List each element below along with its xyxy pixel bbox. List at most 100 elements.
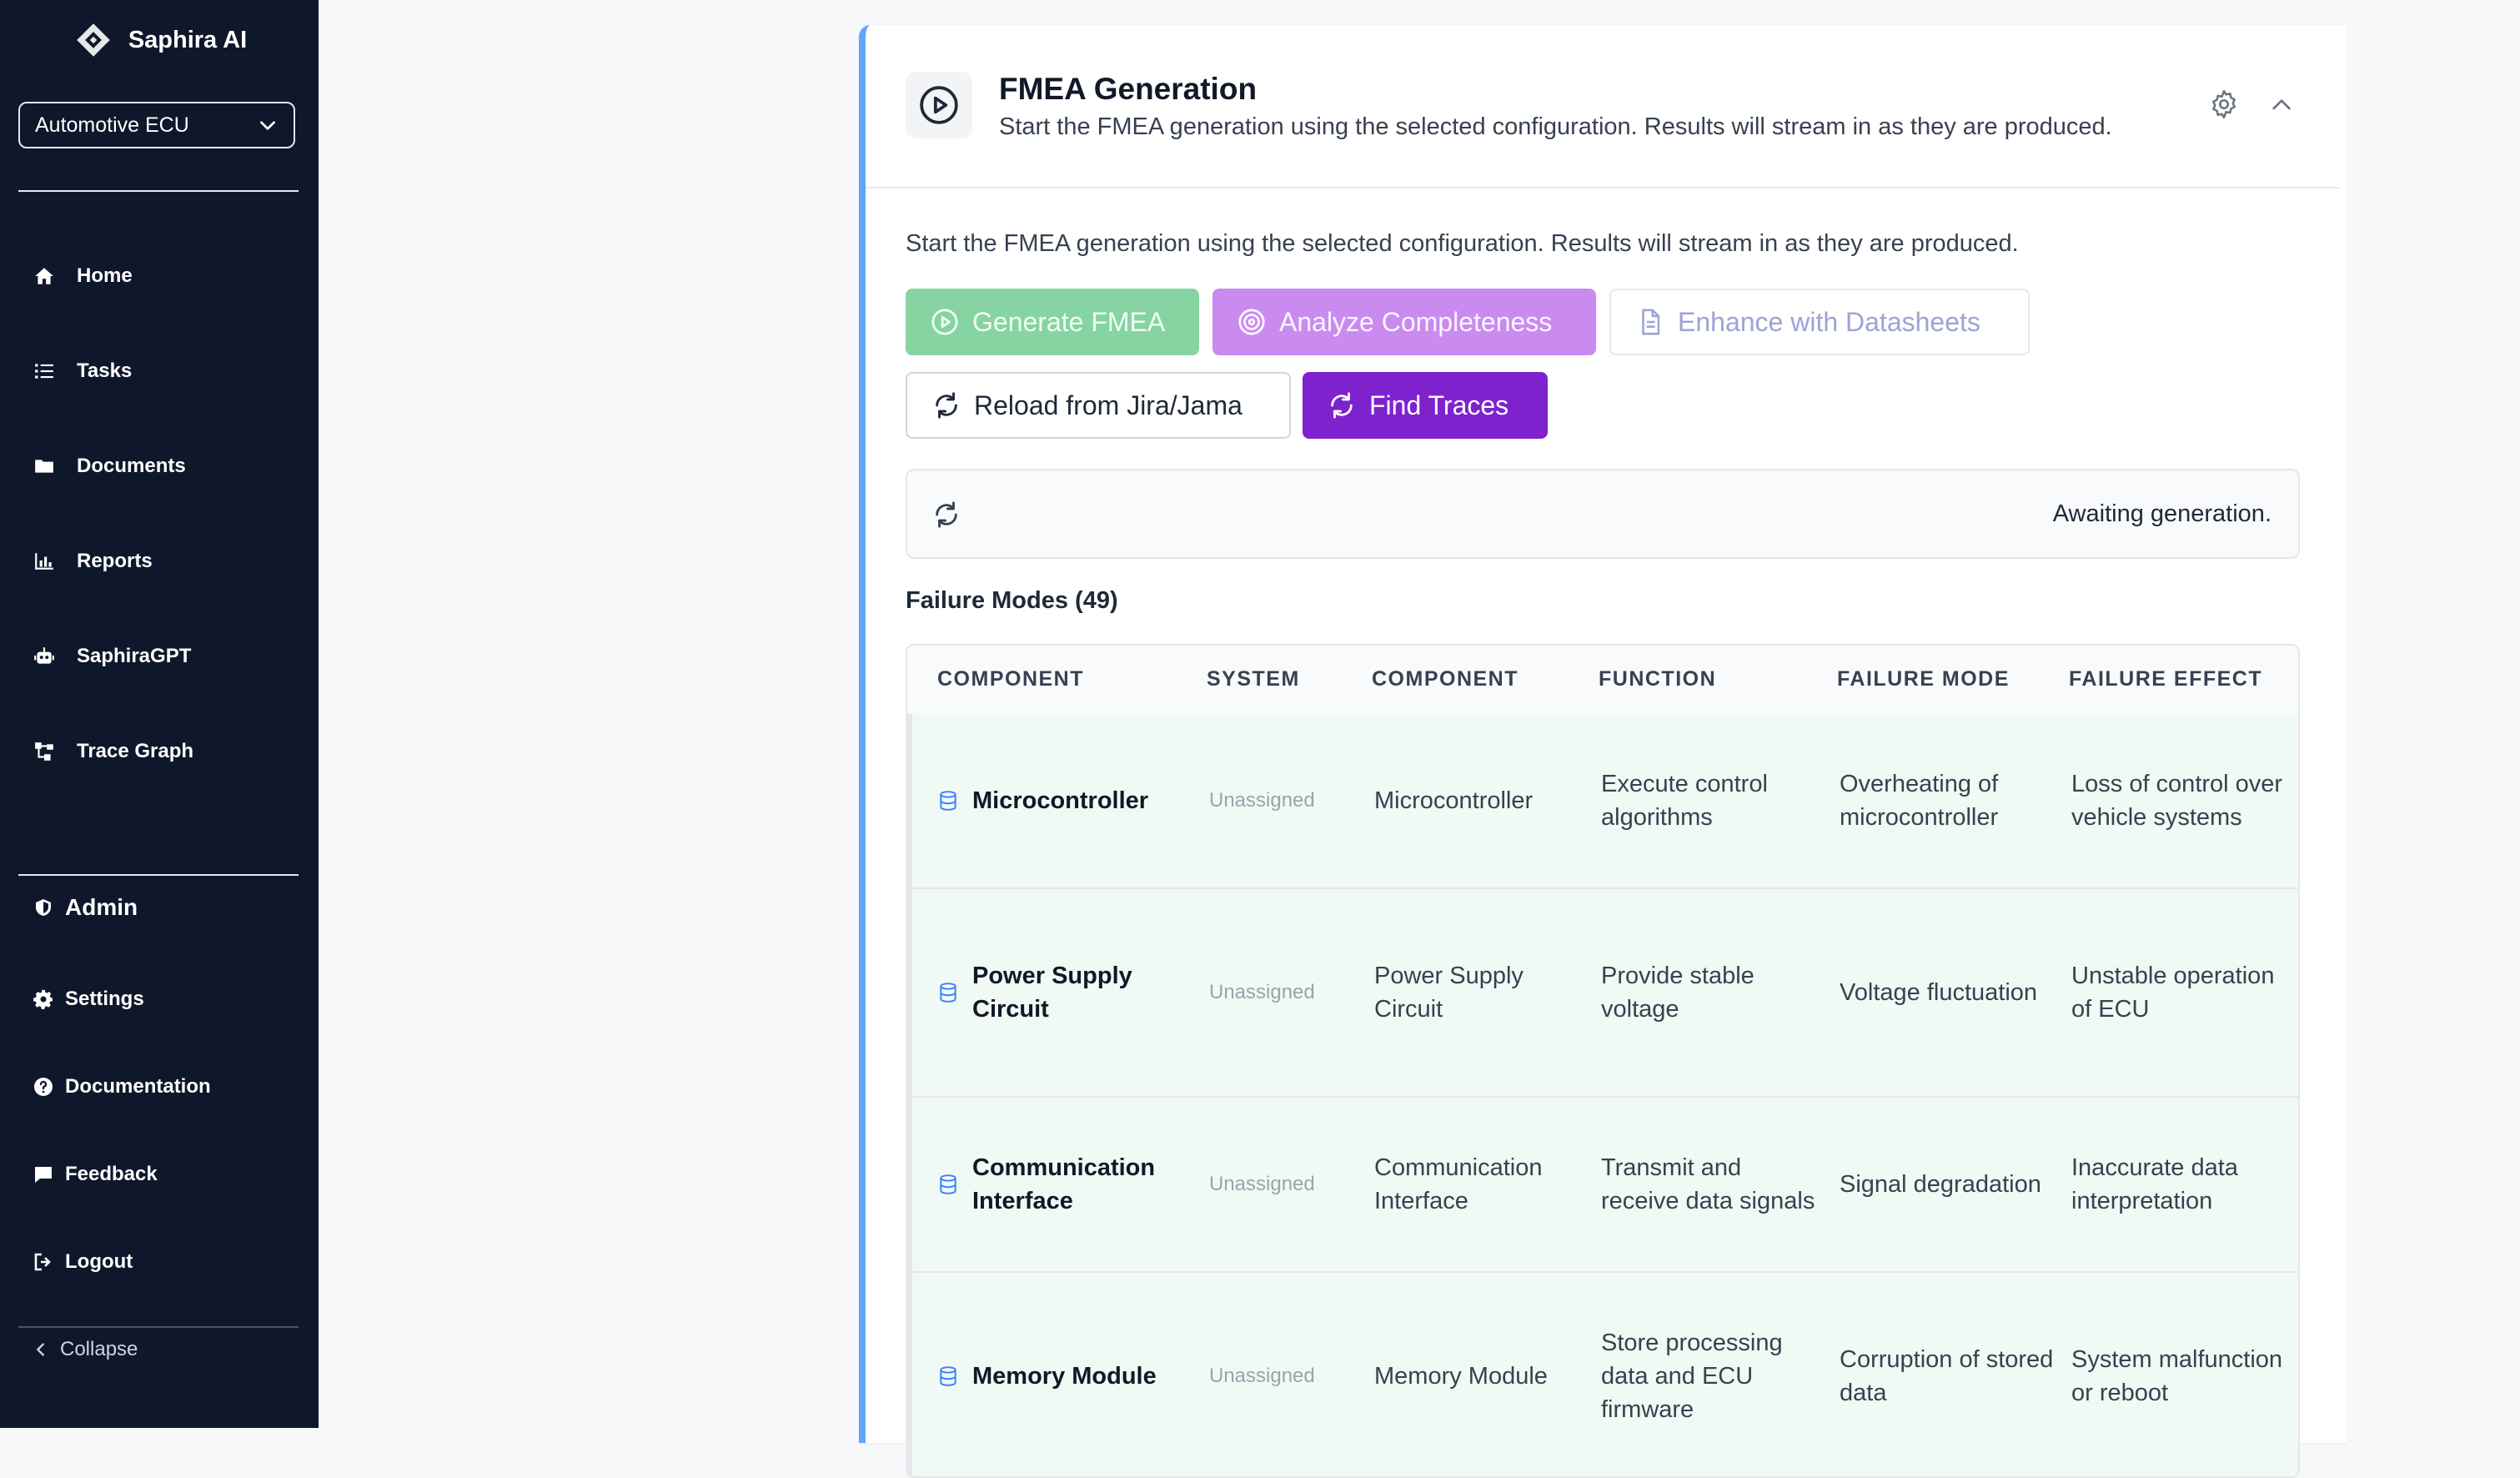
failure-mode-cell: Voltage fluctuation <box>1840 979 2038 1006</box>
failure-effect-cell: Loss of control over vehicle systems <box>2071 771 2283 831</box>
failure-modes-title: Failure Modes (49) <box>906 587 1118 614</box>
failure-effect-cell: Unstable operation of ECU <box>2071 963 2275 1023</box>
component-cell-secondary: Microcontroller <box>1374 787 1534 814</box>
function-cell: Provide stable voltage <box>1601 963 1754 1023</box>
analyze-completeness-button[interactable]: Analyze Completeness <box>1212 289 1596 355</box>
collapse-button[interactable]: Collapse <box>32 1338 138 1361</box>
refresh-icon <box>1331 392 1353 419</box>
column-header[interactable]: FAILURE EFFECT <box>2069 667 2262 691</box>
project-selector-value: Automotive ECU <box>35 113 189 137</box>
system-cell: Unassigned <box>1209 789 1315 812</box>
reload-jira-jama-label: Reload from Jira/Jama <box>974 390 1242 420</box>
admin-item-settings[interactable]: Settings <box>33 979 144 1019</box>
nav-item-tasks[interactable]: Tasks <box>33 350 132 392</box>
nav-item-reports[interactable]: Reports <box>33 540 153 582</box>
admin-item-label: Feedback <box>65 1163 158 1185</box>
component-name: Communication Interface <box>972 1154 1156 1214</box>
database-icon <box>940 1366 956 1386</box>
fmea-generation-panel: FMEA Generation Start the FMEA generatio… <box>859 25 2347 1478</box>
generation-status: Awaiting generation. <box>906 469 2300 559</box>
table-header: COMPONENT SYSTEM COMPONENT FUNCTION FAIL… <box>907 646 2298 716</box>
generate-fmea-label: Generate FMEA <box>972 306 1166 337</box>
nav-item-documents[interactable]: Documents <box>33 445 186 487</box>
admin-item-logout[interactable]: Logout <box>33 1242 133 1282</box>
generate-fmea-button[interactable]: Generate FMEA <box>906 289 1199 355</box>
shield-icon <box>36 899 51 916</box>
refresh-icon <box>936 392 957 419</box>
status-text: Awaiting generation. <box>2052 500 2272 527</box>
table-row[interactable]: Microcontroller Unassigned Microcontroll… <box>907 714 2298 889</box>
component-cell-secondary: Power Supply Circuit <box>1374 963 1524 1023</box>
table-row[interactable]: Power Supply Circuit Unassigned Power Su… <box>907 889 2298 1098</box>
gear-icon <box>33 989 53 1009</box>
refresh-icon <box>936 501 957 528</box>
column-header[interactable]: FUNCTION <box>1599 667 1716 691</box>
admin-item-feedback[interactable]: Feedback <box>33 1154 158 1194</box>
function-cell: Execute control algorithms <box>1601 771 1768 831</box>
sidebar-divider <box>18 190 299 192</box>
column-header[interactable]: SYSTEM <box>1207 667 1300 691</box>
sidebar-divider <box>18 874 299 876</box>
chat-icon <box>35 1167 52 1183</box>
brand[interactable]: Saphira AI <box>0 15 319 65</box>
list-icon <box>35 364 53 379</box>
component-cell-secondary: Memory Module <box>1374 1363 1548 1390</box>
robot-icon <box>34 647 54 664</box>
brand-name: Saphira AI <box>128 26 248 53</box>
table-row[interactable]: Memory Module Unassigned Memory Module S… <box>907 1273 2298 1476</box>
component-cell: Communication Interface <box>937 1098 1171 1271</box>
panel-header: FMEA Generation Start the FMEA generatio… <box>866 25 2340 189</box>
nav-item-label: Tasks <box>77 359 133 382</box>
column-header[interactable]: COMPONENT <box>937 667 1084 691</box>
failure-mode-cell: Signal degradation <box>1840 1171 2041 1198</box>
settings-icon[interactable] <box>2208 88 2240 120</box>
admin-item-label: Logout <box>65 1250 133 1273</box>
nav-item-label: Trace Graph <box>77 740 194 762</box>
failure-mode-cell: Corruption of stored data <box>1840 1346 2054 1406</box>
target-icon <box>1238 309 1265 335</box>
failure-modes-table: COMPONENT SYSTEM COMPONENT FUNCTION FAIL… <box>906 644 2300 1478</box>
database-icon <box>940 983 956 1003</box>
chevron-up-icon[interactable] <box>2268 92 2295 118</box>
sidebar-divider <box>18 1326 299 1328</box>
function-cell: Transmit and receive data signals <box>1601 1154 1815 1214</box>
panel-description: Start the FMEA generation using the sele… <box>906 230 2019 257</box>
graph-icon <box>35 742 53 761</box>
component-name: Power Supply Circuit <box>972 963 1132 1023</box>
reload-jira-jama-button[interactable]: Reload from Jira/Jama <box>906 372 1291 439</box>
function-cell: Store processing data and ECU firmware <box>1601 1330 1783 1423</box>
project-selector[interactable]: Automotive ECU <box>18 102 295 148</box>
column-header[interactable]: FAILURE MODE <box>1837 667 2010 691</box>
enhance-datasheets-button[interactable]: Enhance with Datasheets <box>1609 289 2030 355</box>
system-cell: Unassigned <box>1209 1173 1315 1195</box>
admin-heading-label: Admin <box>65 894 138 920</box>
admin-item-documentation[interactable]: Documentation <box>33 1067 211 1107</box>
nav-item-home[interactable]: Home <box>33 255 133 297</box>
play-icon-box <box>906 72 972 138</box>
find-traces-label: Find Traces <box>1369 390 1509 420</box>
nav-item-label: Home <box>77 264 133 287</box>
enhance-datasheets-label: Enhance with Datasheets <box>1678 306 1980 337</box>
component-name: Memory Module <box>972 1363 1157 1390</box>
folder-icon <box>35 460 53 473</box>
bar-chart-icon <box>35 553 53 570</box>
component-cell: Microcontroller <box>937 714 1171 887</box>
component-cell: Memory Module <box>937 1273 1171 1476</box>
system-cell: Unassigned <box>1209 1365 1315 1387</box>
system-cell: Unassigned <box>1209 981 1315 1003</box>
admin-item-label: Settings <box>65 988 144 1010</box>
chevron-down-icon <box>260 121 275 130</box>
admin-item-label: Documentation <box>65 1075 211 1098</box>
table-row[interactable]: Communication Interface Unassigned Commu… <box>907 1098 2298 1273</box>
nav-item-saphiragpt[interactable]: SaphiraGPT <box>33 636 191 677</box>
nav-item-label: Documents <box>77 455 186 477</box>
column-header[interactable]: COMPONENT <box>1372 667 1519 691</box>
play-circle-icon <box>931 309 958 335</box>
saphira-logo-icon <box>77 23 110 57</box>
component-name: Microcontroller <box>972 787 1149 814</box>
nav-item-label: Reports <box>77 550 153 572</box>
find-traces-button[interactable]: Find Traces <box>1303 372 1548 439</box>
component-cell-secondary: Communication Interface <box>1374 1154 1543 1214</box>
nav-item-trace-graph[interactable]: Trace Graph <box>33 731 193 772</box>
play-circle-icon <box>920 86 958 124</box>
